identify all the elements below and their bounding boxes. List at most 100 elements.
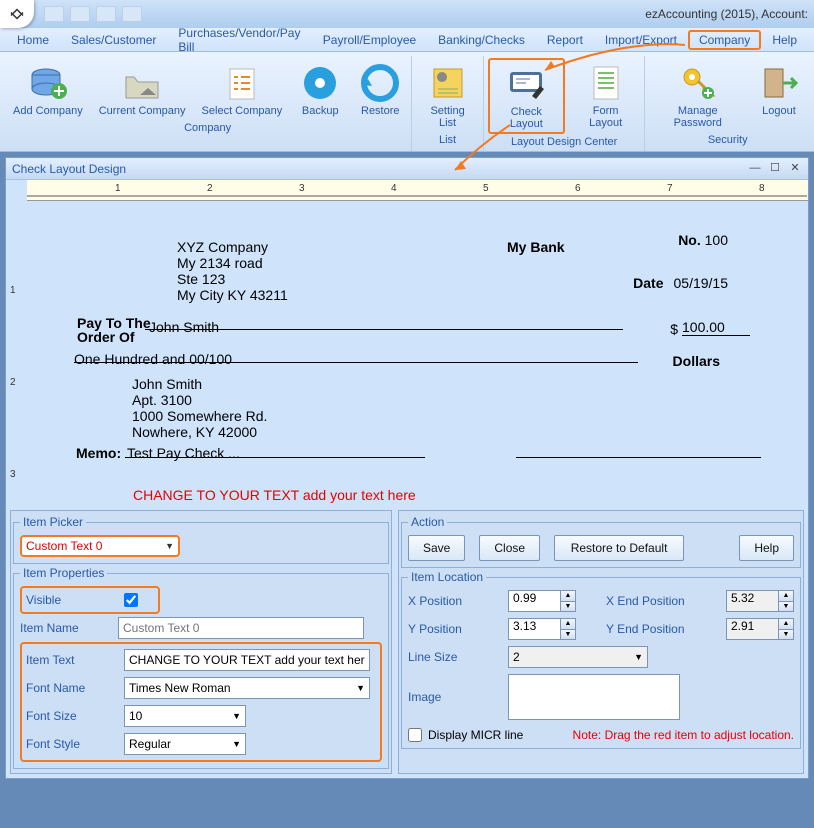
rib-label: Select Company	[202, 105, 283, 117]
font-name-select[interactable]: Times New Roman▼	[124, 677, 370, 699]
font-style-label: Font Style	[26, 737, 118, 751]
rib-backup[interactable]: Backup	[293, 58, 347, 120]
action-legend: Action	[408, 515, 447, 529]
menu-company[interactable]: Company	[688, 30, 761, 50]
close-button[interactable]: ✕	[788, 163, 802, 175]
rib-label: Restore	[361, 105, 400, 117]
font-size-label: Font Size	[26, 709, 118, 723]
maximize-button[interactable]: ☐	[768, 163, 782, 175]
visible-label: Visible	[26, 593, 118, 607]
memo-text: Test Pay Check ...	[127, 445, 240, 461]
yend-input[interactable]: 2.91▲▼	[726, 618, 794, 640]
ypos-label: Y Position	[408, 622, 498, 636]
rib-label: Form Layout	[576, 105, 636, 129]
payee-name: John Smith	[149, 319, 219, 335]
inner-window-title: Check Layout Design	[12, 162, 126, 176]
font-size-select[interactable]: 10▼	[124, 705, 246, 727]
menu-purchases[interactable]: Purchases/Vendor/Pay Bill	[167, 23, 311, 57]
amount-written: One Hundred and 00/100	[74, 351, 232, 367]
restore-icon	[358, 61, 402, 105]
menu-help[interactable]: Help	[761, 30, 808, 50]
item-text-label: Item Text	[26, 653, 118, 667]
titlebar: ezAccounting (2015), Account:	[0, 0, 814, 28]
menu-payroll[interactable]: Payroll/Employee	[312, 30, 427, 50]
menu-report[interactable]: Report	[536, 30, 594, 50]
disc-icon	[298, 61, 342, 105]
menubar: Home Sales/Customer Purchases/Vendor/Pay…	[0, 28, 814, 52]
dollar-sign: $	[670, 321, 678, 337]
help-button[interactable]: Help	[739, 535, 794, 561]
check-number: No. 100	[678, 232, 728, 248]
rib-select-company[interactable]: Select Company	[197, 58, 288, 120]
rib-setting-list[interactable]: Setting List	[416, 58, 479, 132]
ruler-horizontal: 1 2 3 4 5 6 7 8	[27, 180, 808, 201]
ribbon: Add Company Current Company Select Compa…	[0, 52, 814, 152]
xpos-input[interactable]: 0.99▲▼	[508, 590, 576, 612]
rib-manage-password[interactable]: Manage Password	[649, 58, 746, 132]
qat-icon[interactable]	[44, 6, 64, 22]
signature-line	[516, 457, 761, 458]
item-properties-legend: Item Properties	[20, 566, 107, 580]
form-layout-icon	[584, 61, 628, 105]
line-size-label: Line Size	[408, 650, 498, 664]
drag-note: Note: Drag the red item to adjust locati…	[573, 728, 794, 742]
item-name-input[interactable]	[118, 617, 364, 639]
check-date: Date05/19/15	[633, 275, 728, 291]
item-picker-legend: Item Picker	[20, 515, 86, 529]
font-name-label: Font Name	[26, 681, 118, 695]
checklist-icon	[220, 61, 264, 105]
display-micr-checkbox[interactable]	[408, 728, 422, 742]
rib-label: Setting List	[421, 105, 474, 129]
pay-to-label: Pay To TheOrder Of	[77, 316, 151, 344]
app-title: ezAccounting (2015), Account:	[645, 7, 814, 21]
menu-sales[interactable]: Sales/Customer	[60, 30, 167, 50]
custom-text-item[interactable]: CHANGE TO YOUR TEXT add your text here	[133, 487, 416, 503]
menu-banking[interactable]: Banking/Checks	[427, 30, 536, 50]
qat-icon[interactable]	[122, 6, 142, 22]
xend-input[interactable]: 5.32▲▼	[726, 590, 794, 612]
rib-label: Backup	[302, 105, 339, 117]
rib-add-company[interactable]: Add Company	[8, 58, 88, 120]
restore-default-button[interactable]: Restore to Default	[554, 535, 684, 561]
save-button[interactable]: Save	[408, 535, 465, 561]
rib-form-layout[interactable]: Form Layout	[571, 58, 641, 134]
minimize-button[interactable]: —	[748, 163, 762, 175]
group-label-security: Security	[649, 132, 806, 149]
image-box[interactable]	[508, 674, 680, 720]
payer-block: XYZ Company My 2134 road Ste 123 My City…	[177, 239, 288, 303]
rib-label: Current Company	[99, 105, 186, 117]
xend-label: X End Position	[606, 594, 716, 608]
rib-restore[interactable]: Restore	[353, 58, 407, 120]
dollars-label: Dollars	[673, 353, 720, 369]
display-micr-label: Display MICR line	[428, 728, 523, 742]
qat-icon[interactable]	[96, 6, 116, 22]
ypos-input[interactable]: 3.13▲▼	[508, 618, 576, 640]
xpos-label: X Position	[408, 594, 498, 608]
app-menu-button[interactable]	[0, 0, 34, 28]
visible-checkbox[interactable]	[124, 593, 138, 607]
line-size-select[interactable]: 2▼	[508, 646, 648, 668]
rib-label: Check Layout	[494, 106, 559, 130]
qat-icon[interactable]	[70, 6, 90, 22]
db-add-icon	[26, 61, 70, 105]
font-style-select[interactable]: Regular▼	[124, 733, 246, 755]
key-icon	[676, 61, 720, 105]
group-label-layout: Layout Design Center	[488, 134, 641, 151]
menu-import[interactable]: Import/Export	[594, 30, 688, 50]
item-text-input[interactable]	[124, 649, 370, 671]
check-layout-window: Check Layout Design — ☐ ✕ 1 2 3 4 5 6 7 …	[5, 157, 809, 779]
image-label: Image	[408, 690, 498, 704]
rib-current-company[interactable]: Current Company	[94, 58, 191, 120]
rib-label: Add Company	[13, 105, 83, 117]
bank-name: My Bank	[507, 239, 565, 255]
rib-check-layout[interactable]: Check Layout	[488, 58, 565, 134]
yend-label: Y End Position	[606, 622, 716, 636]
item-picker-combo[interactable]: Custom Text 0▼	[20, 535, 180, 557]
logout-icon	[757, 61, 801, 105]
item-location-legend: Item Location	[408, 570, 486, 584]
close-button-action[interactable]: Close	[479, 535, 540, 561]
check-layout-icon	[504, 62, 548, 106]
rib-logout[interactable]: Logout	[752, 58, 806, 132]
menu-home[interactable]: Home	[6, 30, 60, 50]
amount-numeric: 100.00	[682, 319, 750, 336]
